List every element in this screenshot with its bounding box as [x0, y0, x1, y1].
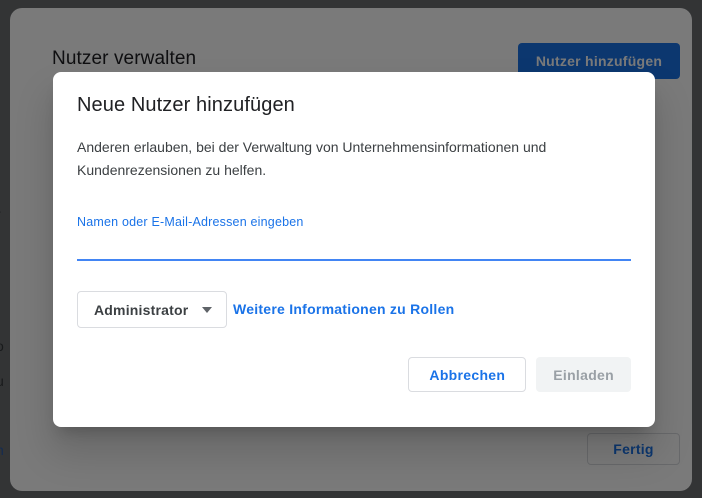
add-users-dialog: Neue Nutzer hinzufügen Anderen erlauben,… [53, 72, 655, 427]
dialog-title: Neue Nutzer hinzufügen [77, 94, 295, 117]
input-floating-label: Namen oder E-Mail-Adressen eingeben [77, 215, 304, 229]
roles-info-link[interactable]: Weitere Informationen zu Rollen [233, 291, 454, 328]
role-dropdown-value: Administrator [94, 302, 188, 318]
role-dropdown[interactable]: Administrator [77, 291, 227, 328]
invite-button[interactable]: Einladen [536, 357, 631, 392]
dialog-actions: Abbrechen Einladen [408, 357, 631, 392]
chevron-down-icon [202, 307, 212, 313]
dialog-description: Anderen erlauben, bei der Verwaltung von… [77, 136, 597, 182]
cancel-button[interactable]: Abbrechen [408, 357, 526, 392]
user-email-input[interactable] [77, 230, 631, 261]
